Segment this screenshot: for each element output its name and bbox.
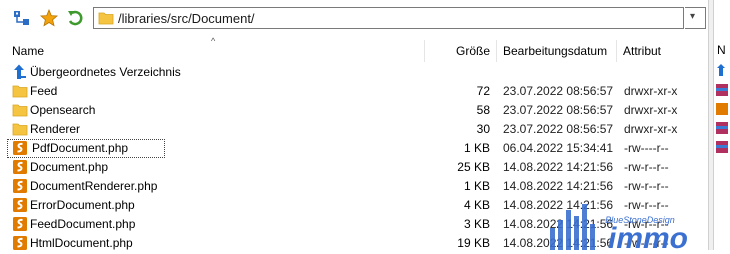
file-row[interactable]: PdfDocument.php 1 KB 06.04.2022 15:34:41 -r… [0,139,708,158]
parent-directory-icon [715,64,729,78]
file-row[interactable]: Übergeordnetes Verzeichnis [0,63,708,82]
folder-icon [12,83,28,99]
file-attributes: -rw-r--r-- [624,179,669,193]
file-attributes: -rw-r--r-- [624,198,669,212]
file-modified-date: 14.08.2022 14:21:56 [503,217,614,231]
file-row[interactable]: Opensearch 58 23.07.2022 08:56:57 drwxr-xr-… [0,101,708,120]
column-name[interactable]: Name [6,40,206,62]
file-attributes: drwxr-xr-x [624,122,678,136]
file-row[interactable]: ErrorDocument.php 4 KB 14.08.2022 14:21:56… [0,196,708,215]
archive-icon [715,83,729,97]
toolbar: /libraries/src/Document/ ▾ [0,0,708,36]
php-file-icon [12,178,28,194]
file-row[interactable]: Renderer 30 23.07.2022 08:56:57 drwxr-xr-x [0,120,708,139]
file-name: ErrorDocument.php [30,198,135,212]
php-file-icon [12,216,28,232]
bookmark-star-icon[interactable] [40,8,58,27]
file-name: Document.php [30,160,109,174]
right-pane-header-label: N [717,43,726,57]
file-modified-date: 06.04.2022 15:34:41 [503,141,614,155]
file-attributes: -rw-r--r-- [624,236,669,250]
file-modified-date: 14.08.2022 14:21:56 [503,160,614,174]
file-modified-date: 23.07.2022 08:56:57 [503,84,614,98]
file-modified-date: 14.08.2022 14:21:56 [503,236,614,250]
column-date[interactable]: Bearbeitungsdatum [497,40,615,62]
file-size: 25 KB [457,160,490,174]
column-size[interactable]: Größe [424,40,496,62]
file-row[interactable]: DocumentRenderer.php 1 KB 14.08.2022 14:21… [0,177,708,196]
php-file-icon [12,197,28,213]
parent-directory-icon [12,64,28,80]
folder-icon [98,11,114,28]
file-attributes: -rw-r--r-- [624,160,669,174]
file-attributes: drwxr-xr-x [624,103,678,117]
php-file-icon [715,102,729,116]
file-name: Renderer [30,122,81,136]
file-size [424,63,490,82]
file-row[interactable]: Feed 72 23.07.2022 08:56:57 drwxr-xr-x [0,82,708,101]
php-file-icon [12,159,28,175]
file-modified-date: 14.08.2022 14:21:56 [503,179,614,193]
chevron-down-icon: ▾ [690,11,696,22]
path-dropdown-button[interactable]: ▾ [685,7,706,29]
path-text: /libraries/src/Document/ [118,11,255,26]
file-size: 1 KB [463,179,490,193]
file-size: 4 KB [463,198,490,212]
sort-ascending-icon: ^ [211,36,216,46]
column-attribute[interactable]: Attribut [617,40,707,62]
file-modified-date: 23.07.2022 08:56:57 [503,103,614,117]
folder-icon [12,102,28,118]
right-pane-header: N [714,40,730,62]
file-attributes: drwxr-xr-x [624,84,678,98]
file-row[interactable]: HtmlDocument.php 19 KB 14.08.2022 14:21:56… [0,234,708,253]
folder-icon [12,121,28,137]
file-size: 1 KB [463,141,490,155]
file-size: 30 [476,122,490,136]
file-name: FeedDocument.php [30,217,136,231]
file-row[interactable]: FeedDocument.php 3 KB 14.08.2022 14:21:56-… [0,215,708,234]
right-pane: N [714,0,730,250]
file-row[interactable]: Document.php 25 KB 14.08.2022 14:21:56 -rw-… [0,158,708,177]
file-attributes: -rw-r--r-- [624,217,669,231]
archive-icon [715,121,729,135]
file-modified-date: 14.08.2022 14:21:56 [503,198,614,212]
file-size: 19 KB [457,236,490,250]
file-name: Feed [30,84,58,98]
column-header: Name Größe Bearbeitungsdatum Attribut [0,40,708,62]
file-name: PdfDocument.php [6,139,166,158]
refresh-icon[interactable] [66,9,84,27]
file-name: Übergeordnetes Verzeichnis [30,65,181,79]
file-size: 3 KB [463,217,490,231]
file-name: HtmlDocument.php [30,236,133,250]
file-size: 58 [476,103,490,117]
file-attributes: -rw----r-- [624,141,669,155]
path-input[interactable]: /libraries/src/Document/ [93,7,684,29]
file-modified-date: 23.07.2022 08:56:57 [503,122,614,136]
file-name: DocumentRenderer.php [30,179,158,193]
archive-icon [715,140,729,154]
file-name: Opensearch [30,103,96,117]
file-size: 72 [476,84,490,98]
php-file-icon [12,235,28,251]
directory-tree-icon[interactable] [13,9,31,27]
